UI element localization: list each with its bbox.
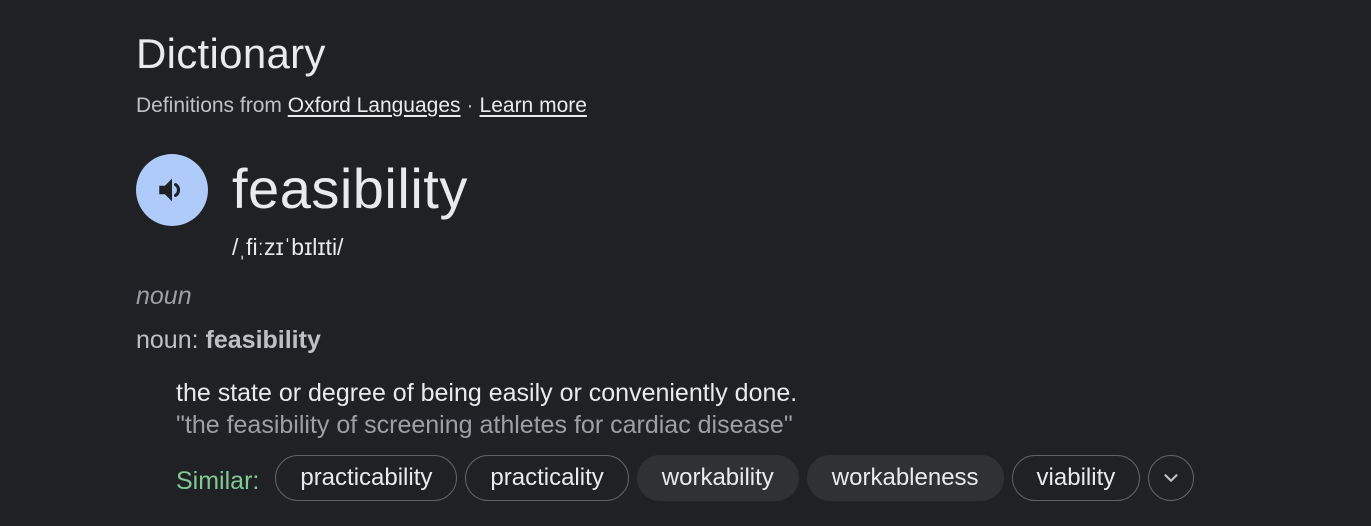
pos-colon: : — [191, 326, 206, 354]
dictionary-panel: Dictionary Definitions from Oxford Langu… — [0, 0, 1371, 526]
similar-label: Similar: — [176, 466, 260, 495]
panel-title: Dictionary — [136, 30, 326, 77]
pos-label: noun — [136, 326, 192, 354]
similar-chip-workability[interactable]: workability — [636, 455, 799, 501]
similar-words-row: Similar: practicability practicality wor… — [176, 454, 1195, 502]
headword: feasibility — [232, 157, 468, 220]
similar-chip-workableness[interactable]: workableness — [806, 455, 1004, 501]
phonetic-spelling: /ˌfiːzɪˈbɪlɪti/ — [232, 234, 344, 260]
chevron-down-icon — [1164, 474, 1178, 482]
example-sentence: "the feasibility of screening athletes f… — [176, 411, 793, 439]
definition-text: the state or degree of being easily or c… — [176, 379, 798, 407]
learn-more-link[interactable]: Learn more — [480, 94, 587, 117]
pos-word: feasibility — [205, 326, 321, 354]
oxford-languages-link[interactable]: Oxford Languages — [288, 94, 461, 117]
pronunciation-button[interactable] — [136, 154, 208, 226]
source-prefix: Definitions from — [136, 94, 282, 117]
similar-chip-viability[interactable]: viability — [1011, 455, 1141, 501]
similar-chip-practicability[interactable]: practicability — [275, 455, 458, 501]
pos-form-line: noun: feasibility — [136, 324, 321, 356]
source-line: Definitions from Oxford Languages · Learn … — [136, 92, 587, 120]
part-of-speech-heading: noun — [136, 282, 192, 310]
expand-similar-button[interactable] — [1148, 455, 1195, 501]
similar-chip-practicality[interactable]: practicality — [465, 455, 629, 501]
volume-up-icon — [159, 178, 180, 202]
separator-dot: · — [466, 94, 474, 117]
